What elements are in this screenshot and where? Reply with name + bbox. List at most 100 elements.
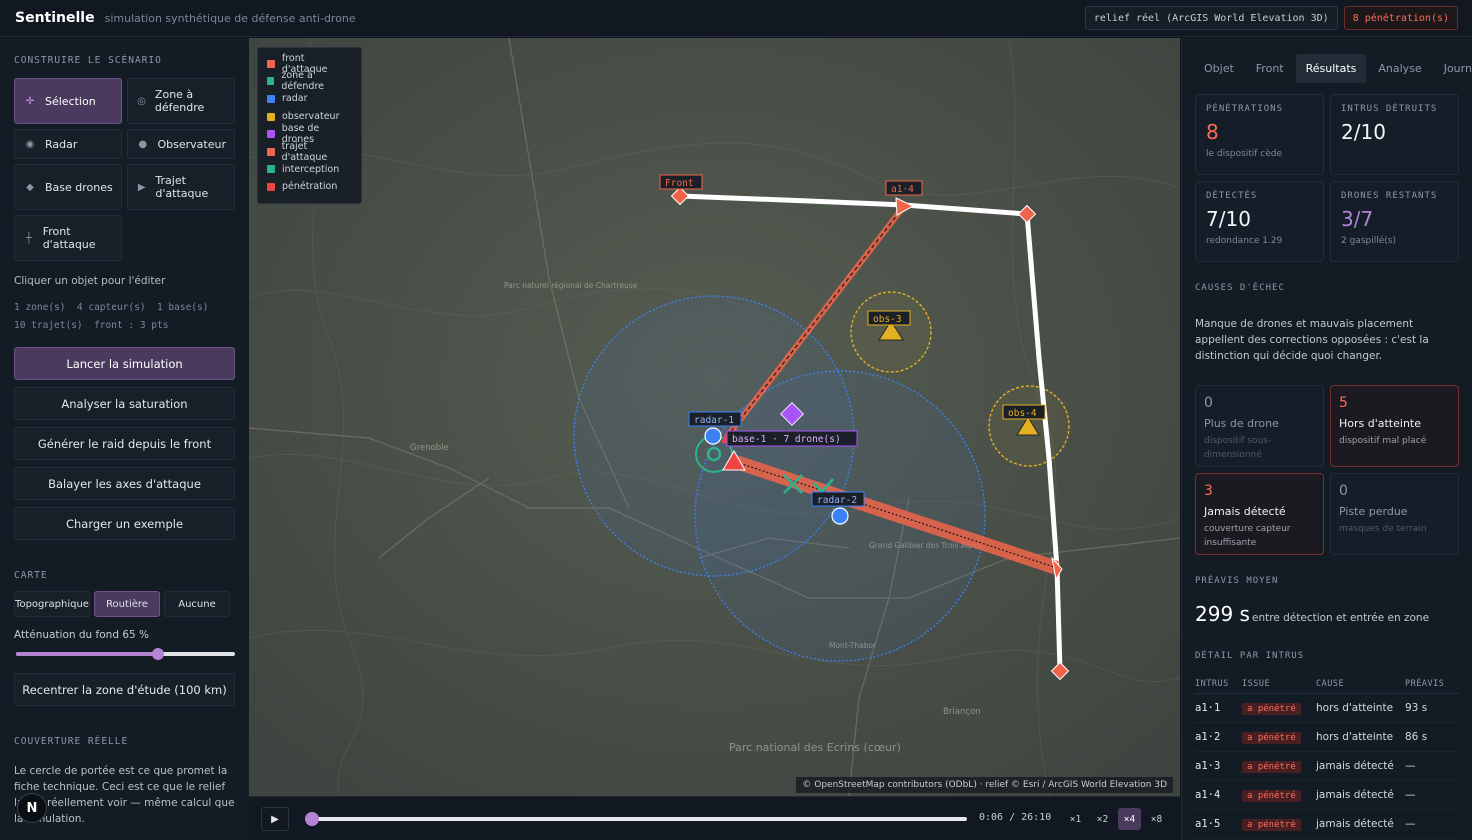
a14-label: a1·4 [891,184,914,195]
status-badge: a pénétré [1242,702,1301,715]
timeline-scrubber[interactable] [304,812,319,826]
app-badge[interactable]: N [17,793,47,823]
cause-title: Jamais détecté [1204,505,1286,518]
intruder-id: a1·3 [1195,760,1221,772]
intruder-warning: — [1405,789,1416,801]
observer-dot-icon: ● [138,138,148,150]
col-preavis: PRÉAVIS [1405,678,1445,689]
penetration-alert-badge[interactable]: 8 pénétration(s) [1343,6,1458,30]
play-button[interactable]: ▶ [261,807,289,831]
place-grenoble: Grenoble [410,443,449,453]
speed-x4[interactable]: ×4 [1118,808,1141,830]
scenario-counts: 1 zone(s) 4 capteur(s) 1 base(s) 10 traj… [14,299,235,335]
radar1-label: radar-1 [694,415,734,426]
tab-results[interactable]: Résultats [1295,54,1367,83]
legend-item: pénétration [267,178,352,196]
status-badge: a pénétré [1242,760,1301,773]
recenter-button[interactable]: Recentrer la zone d'étude (100 km) [14,673,235,706]
coverage-section-title: COUVERTURE RÉELLE [14,736,129,747]
sweep-axes-button[interactable]: Balayer les axes d'attaque [14,467,235,500]
tool-label: Trajet d'attaque [155,174,209,200]
col-intrus: INTRUS [1195,678,1229,689]
cause-desc: couverture capteur insuffisante [1204,524,1291,548]
map-mode-road[interactable]: Routière [94,591,160,617]
target-icon: ◎ [137,95,146,107]
legend-item: interception [267,161,352,179]
avg-warning-sub: entre détection et entrée en zone [1252,612,1430,624]
causes-text: Manque de drones et mauvais placement ap… [1195,318,1429,362]
run-simulation-button[interactable]: Lancer la simulation [14,347,235,380]
attenuation-slider[interactable] [14,647,235,661]
tool-palette: ✛ Sélection ◎ Zone à défendre ◉ Radar ● Obse… [14,78,235,261]
legend-label: radar [282,93,308,105]
legend-label: pénétration [282,181,338,193]
avg-warning-value: 299 s [1195,602,1250,626]
analyze-saturation-button[interactable]: Analyser la saturation [14,387,235,420]
legend-item: trajet d'attaque [267,141,352,163]
slider-knob[interactable] [152,648,165,660]
tab-analysis[interactable]: Analyse [1368,54,1431,83]
intruder-id: a1·2 [1195,731,1221,743]
intruder-issue: a pénétré [1242,818,1316,831]
kpi-label: PÉNÉTRATIONS [1206,104,1284,114]
relief-source-button[interactable]: relief réel (ArcGIS World Elevation 3D) [1084,6,1338,30]
speed-x8[interactable]: ×8 [1145,808,1168,830]
kpi-value: 2/10 [1341,120,1386,144]
results-panel: Objet Front Résultats Analyse Journal PÉ… [1181,38,1472,840]
map-view[interactable]: Grenoble Parc naturel régional de Chartr… [249,38,1180,796]
cause-count: 5 [1339,395,1348,411]
radar-1-icon[interactable] [704,427,722,445]
tool-attack-path[interactable]: ▶ Trajet d'attaque [127,164,235,210]
obs3-label: obs-3 [873,314,902,325]
edit-hint: Cliquer un objet pour l'éditer [14,275,166,287]
cause-no-drone[interactable]: 0 Plus de drone dispositif sous-dimensio… [1195,385,1324,467]
kpi-destroyed: INTRUS DÉTRUITS 2/10 [1330,94,1459,175]
timeline-track[interactable] [309,817,967,821]
counts-line-1: 1 zone(s) 4 capteur(s) 1 base(s) [14,302,209,313]
intruder-warning: — [1405,818,1416,830]
map-attribution: © OpenStreetMap contributors (ODbL) · re… [796,777,1173,793]
speed-x2[interactable]: ×2 [1091,808,1114,830]
kpi-sub: redondance 1.29 [1206,236,1283,246]
kpi-sub: le dispositif cède [1206,149,1283,159]
intruder-id: a1·1 [1195,702,1221,714]
avg-warning-title: PRÉAVIS MOYEN [1195,576,1279,586]
header-status: relief réel (ArcGIS World Elevation 3D) … [1084,6,1458,30]
radar-2-icon[interactable] [831,507,849,525]
table-row[interactable]: a1·4 a pénétré jamais détecté — [1195,781,1460,810]
intruder-cause: jamais détecté [1316,760,1394,772]
table-header: INTRUS ISSUE CAUSE PRÉAVIS [1195,674,1460,694]
place-ecrins: Parc national des Ecrins (cœur) [729,741,901,754]
place-briancon: Briançon [943,707,981,717]
tool-attack-front[interactable]: ┼ Front d'attaque [14,215,122,261]
table-row[interactable]: a1·3 a pénétré jamais détecté — [1195,752,1460,781]
legend-swatch [267,77,275,86]
front-label: Front [665,178,694,189]
legend-swatch [267,94,275,103]
generate-raid-button[interactable]: Générer le raid depuis le front [14,427,235,460]
table-row[interactable]: a1·1 a pénétré hors d'atteinte 93 s [1195,694,1460,723]
kpi-value: 8 [1206,120,1219,144]
map-mode-topo[interactable]: Topographique [14,591,90,617]
tool-zone[interactable]: ◎ Zone à défendre [127,78,235,124]
table-row[interactable]: a1·5 a pénétré jamais détecté — [1195,810,1460,839]
tool-selection[interactable]: ✛ Sélection [14,78,122,124]
tab-object[interactable]: Objet [1194,54,1244,83]
tab-journal[interactable]: Journal [1434,54,1472,83]
map-mode-none[interactable]: Aucune [164,591,230,617]
intruder-issue: a pénétré [1242,789,1316,802]
tool-observer[interactable]: ● Observateur [127,129,235,159]
cause-never-detected[interactable]: 3 Jamais détecté couverture capteur insu… [1195,473,1324,555]
load-example-button[interactable]: Charger un exemple [14,507,235,540]
table-row[interactable]: a1·2 a pénétré hors d'atteinte 86 s [1195,723,1460,752]
tool-drone-base[interactable]: ◆ Base drones [14,164,122,210]
slider-fill [16,652,159,656]
cause-track-lost[interactable]: 0 Piste perdue masques de terrain [1330,473,1459,555]
tab-front[interactable]: Front [1246,54,1294,83]
cause-out-of-reach[interactable]: 5 Hors d'atteinte dispositif mal placé [1330,385,1459,467]
tool-label: Zone à défendre [154,88,205,114]
tool-radar[interactable]: ◉ Radar [14,129,122,159]
map-canvas[interactable]: Grenoble Parc naturel régional de Chartr… [249,38,1180,796]
speed-x1[interactable]: ×1 [1064,808,1087,830]
intruder-warning: 93 s [1405,702,1428,714]
